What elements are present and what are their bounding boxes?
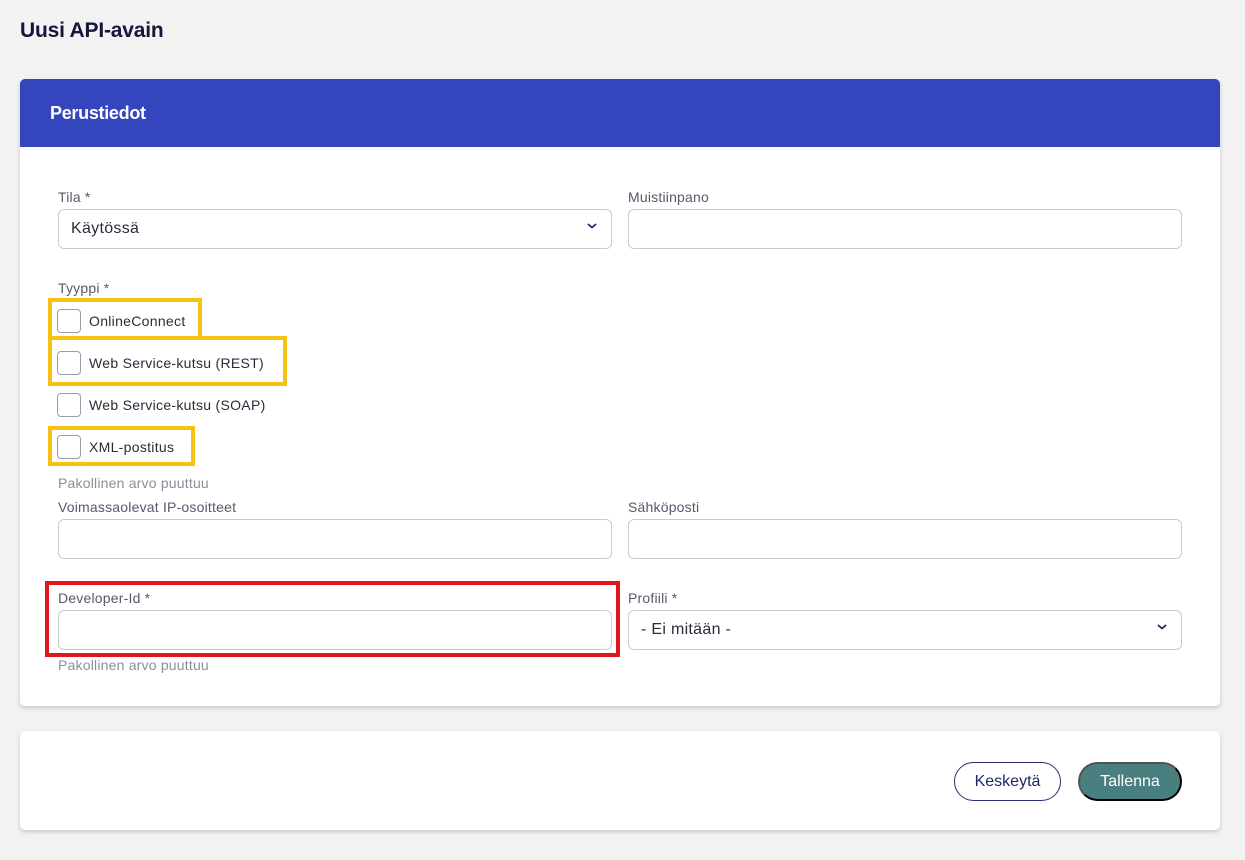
profiili-label: Profiili * [628,590,678,606]
profiili-select[interactable]: - Ei mitään - [628,610,1182,650]
checkbox-box[interactable] [57,393,81,417]
chevron-down-icon [587,223,597,229]
muistiinpano-label: Muistiinpano [628,189,709,205]
cancel-button[interactable]: Keskeytä [954,762,1061,801]
checkbox-soap[interactable]: Web Service-kutsu (SOAP) [57,392,266,418]
page-title: Uusi API-avain [20,19,164,42]
highlight-rest [48,336,287,386]
basic-info-card: Perustiedot Tila * Käytössä Muistiinpano… [20,79,1220,706]
highlight-developer-id [45,581,620,657]
chevron-down-icon [1157,624,1167,630]
email-label: Sähköposti [628,499,700,515]
developer-id-error: Pakollinen arvo puuttuu [58,657,209,673]
card-header: Perustiedot [20,79,1220,147]
tila-select[interactable]: Käytössä [58,209,612,249]
tila-label: Tila * [58,189,91,205]
tyyppi-error: Pakollinen arvo puuttuu [58,475,209,491]
profiili-select-value: - Ei mitään - [641,621,732,638]
section-title: Perustiedot [50,102,146,123]
ip-label: Voimassaolevat IP-osoitteet [58,499,237,515]
checkbox-label: Web Service-kutsu (SOAP) [89,397,266,413]
tila-select-value: Käytössä [71,220,140,237]
tyyppi-label: Tyyppi * [58,280,110,296]
muistiinpano-input[interactable] [628,209,1182,249]
highlight-xml [48,426,195,466]
highlight-onlineconnect [48,298,202,340]
email-input[interactable] [628,519,1182,559]
save-button[interactable]: Tallenna [1078,762,1182,801]
actions-card: Keskeytä Tallenna [20,731,1220,830]
ip-input[interactable] [58,519,612,559]
